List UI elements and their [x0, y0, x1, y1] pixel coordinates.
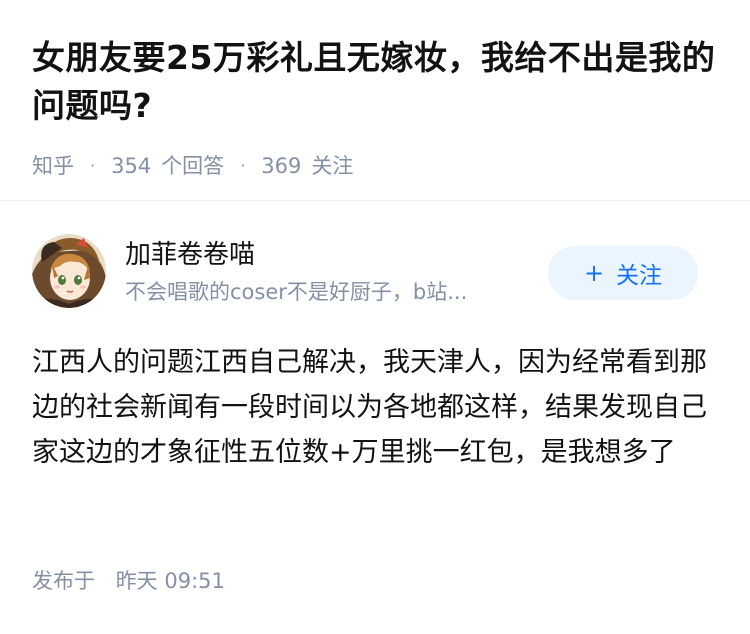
- avatar[interactable]: [32, 234, 106, 308]
- publish-timestamp: 昨天 09:51: [115, 569, 225, 593]
- anime-girl-avatar-icon: [32, 234, 106, 308]
- publish-time: 发布于 昨天 09:51: [32, 566, 225, 596]
- answer-count-label[interactable]: 个回答: [161, 152, 224, 180]
- meta-separator: ·: [90, 156, 96, 175]
- author-bio: 不会唱歌的coser不是好厨子，b站...: [125, 280, 468, 304]
- answer-count: 354: [111, 154, 152, 178]
- question-title[interactable]: 女朋友要25万彩礼且无嫁妆，我给不出是我的问题吗?: [32, 34, 722, 130]
- author-row: 加菲卷卷喵 不会唱歌的coser不是好厨子，b站... + 关注: [32, 234, 700, 310]
- question-meta: 知乎 · 354 个回答 · 369 关注: [32, 152, 722, 180]
- question-header: 女朋友要25万彩礼且无嫁妆，我给不出是我的问题吗? 知乎 · 354 个回答 ·…: [32, 34, 722, 180]
- publish-label: 发布于: [32, 569, 95, 593]
- follow-button-label: 关注: [616, 263, 663, 289]
- author-name[interactable]: 加菲卷卷喵: [125, 238, 255, 272]
- follow-button[interactable]: + 关注: [548, 246, 698, 300]
- follower-count-label[interactable]: 关注: [311, 152, 353, 180]
- follower-count: 369: [261, 154, 302, 178]
- plus-icon: +: [583, 259, 605, 287]
- meta-separator: ·: [240, 156, 246, 175]
- source-label[interactable]: 知乎: [32, 152, 74, 180]
- answer-content[interactable]: 江西人的问题江西自己解决，我天津人，因为经常看到那边的社会新闻有一段时间以为各地…: [32, 340, 722, 475]
- section-divider: [0, 200, 750, 201]
